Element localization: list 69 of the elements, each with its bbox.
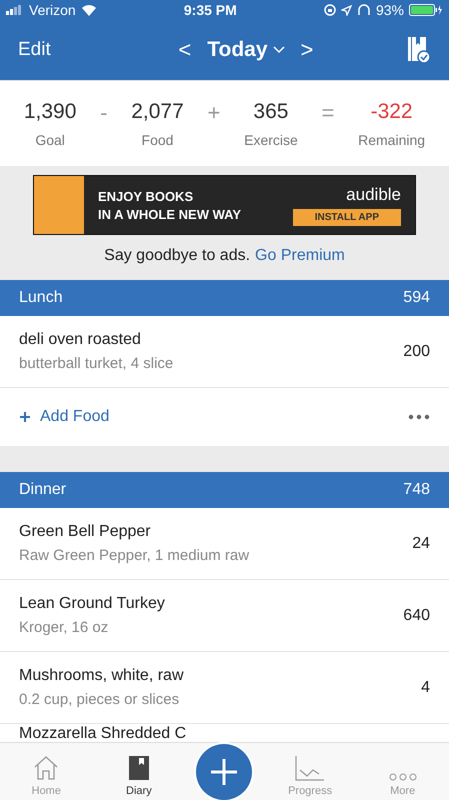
carrier-name: Verizon [29, 2, 76, 18]
status-time: 9:35 PM [184, 2, 237, 18]
add-button[interactable] [196, 744, 252, 800]
calorie-label: Exercise [244, 132, 298, 148]
line-chart-icon [295, 755, 326, 781]
location-icon [340, 4, 352, 16]
food-detail: butterball turket, 4 slice [19, 355, 174, 372]
install-app-button[interactable]: INSTALL APP [292, 208, 401, 226]
calorie-value: 2,077 [131, 100, 184, 124]
food-calories: 24 [412, 534, 430, 552]
food-name: Green Bell Pepper [19, 523, 152, 541]
food-row[interactable]: Mushrooms, white, raw 0.2 cup, pieces or slices 4 [0, 652, 449, 724]
tab-item[interactable]: Progress [275, 755, 346, 800]
meal-name: Dinner [19, 481, 66, 499]
book-icon [128, 755, 150, 781]
go-premium-link[interactable]: Go Premium [255, 247, 345, 265]
operator-sign: - [100, 100, 108, 126]
next-day-button[interactable]: > [300, 37, 314, 63]
ad-banner[interactable]: ENJOY BOOKS IN A WHOLE NEW WAY audible INSTALL APP [33, 175, 416, 235]
plus-icon [19, 411, 31, 423]
meal-calories: 748 [403, 481, 430, 499]
food-calories: 200 [403, 342, 430, 360]
plus-icon [209, 757, 240, 787]
food-row[interactable]: deli oven roasted butterball turket, 4 slice 200 [0, 316, 449, 388]
calorie-label: Food [142, 132, 174, 148]
more-options-icon[interactable] [408, 414, 430, 420]
food-name: deli oven roasted [19, 331, 142, 349]
food-row[interactable]: Green Bell Pepper Raw Green Pepper, 1 medium raw 24 [0, 508, 449, 580]
battery-icon [409, 4, 443, 16]
food-detail: Raw Green Pepper, 1 medium raw [19, 547, 250, 564]
date-dropdown[interactable]: Today [207, 38, 285, 62]
food-calories: 640 [403, 606, 430, 624]
food-row[interactable]: Mozzarella Shredded C [0, 724, 449, 743]
battery-percent: 93% [376, 2, 404, 18]
tab-item[interactable]: Diary [104, 755, 174, 800]
meal-calories: 594 [403, 289, 430, 307]
meal-name: Lunch [19, 289, 63, 307]
tab-item[interactable]: Home [11, 755, 82, 800]
book-cover-placeholder [34, 176, 84, 234]
operator-sign: + [208, 100, 220, 126]
food-name: Lean Ground Turkey [19, 595, 165, 613]
chevron-down-icon [272, 46, 285, 54]
home-icon [33, 755, 60, 781]
ad-removal-text: Say goodbye to ads. [104, 247, 250, 265]
food-detail: 0.2 cup, pieces or slices [19, 691, 180, 708]
signal-icon [6, 5, 24, 15]
calorie-value: 365 [253, 100, 288, 124]
edit-button[interactable]: Edit [18, 39, 51, 61]
add-food-button[interactable]: Add Food [19, 408, 110, 426]
food-name: Mozzarella Shredded C [19, 725, 186, 743]
tab-item[interactable]: More [368, 773, 438, 800]
brand-name: audible [346, 184, 401, 204]
bookmark-check-icon[interactable] [406, 36, 431, 64]
food-row[interactable]: Lean Ground Turkey Kroger, 16 oz 640 [0, 580, 449, 652]
ad-headline: IN A WHOLE NEW WAY [98, 206, 242, 222]
food-detail: Kroger, 16 oz [19, 619, 110, 636]
calorie-label: Goal [35, 132, 65, 148]
calorie-label: Remaining [358, 132, 426, 148]
previous-day-button[interactable]: < [178, 37, 192, 63]
operator-sign: = [322, 100, 334, 126]
food-name: Mushrooms, white, raw [19, 667, 184, 685]
more-icon [388, 773, 417, 781]
headphones-icon [356, 4, 371, 16]
calorie-value: -322 [370, 100, 413, 124]
calorie-value: 1,390 [24, 100, 76, 124]
wifi-icon [80, 4, 97, 16]
food-calories: 4 [421, 678, 430, 696]
lock-rotation-icon [324, 4, 336, 16]
ad-headline: ENJOY BOOKS [98, 188, 194, 204]
